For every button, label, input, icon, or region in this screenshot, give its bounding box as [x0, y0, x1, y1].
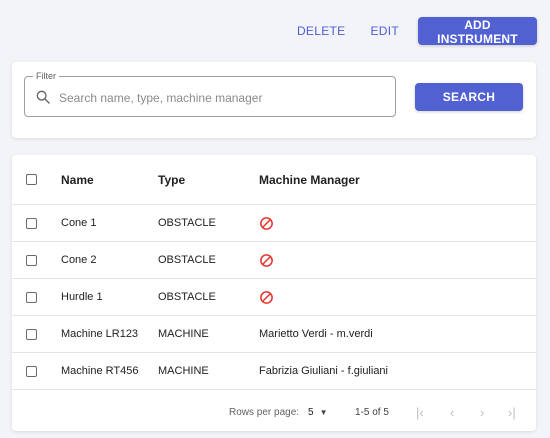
- row-select-cell: [26, 205, 37, 241]
- chevron-right-icon[interactable]: ›: [480, 393, 484, 431]
- row-type: MACHINE: [158, 365, 209, 377]
- pagination: Rows per page: 5 ▼ 1-5 of 5 |‹ ‹ › ›|: [12, 393, 536, 431]
- row-select-cell: [26, 353, 37, 389]
- row-name: Machine RT456: [61, 365, 139, 377]
- chevron-left-icon[interactable]: ‹: [450, 393, 454, 431]
- filter-label: Filter: [33, 70, 59, 82]
- select-all-checkbox[interactable]: [26, 174, 37, 185]
- select-all-cell: [26, 155, 37, 204]
- filter-card: Filter SEARCH: [12, 62, 536, 138]
- toolbar: DELETE EDIT ADD INSTRUMENT: [297, 17, 537, 46]
- rows-per-page-label: Rows per page:: [229, 406, 300, 418]
- row-select-cell: [26, 242, 37, 278]
- delete-button[interactable]: DELETE: [297, 24, 345, 38]
- search-input[interactable]: [57, 85, 391, 111]
- edit-button[interactable]: EDIT: [370, 24, 399, 38]
- row-manager: [259, 242, 274, 278]
- rows-per-page-select[interactable]: 5 ▼: [308, 393, 327, 431]
- row-manager: Fabrizia Giuliani - f.giuliani: [259, 365, 388, 377]
- row-type: MACHINE: [158, 328, 209, 340]
- not-allowed-icon: [260, 216, 273, 230]
- table-header-row: Name Type Machine Manager: [12, 155, 536, 205]
- row-select-cell: [26, 316, 37, 352]
- last-page-icon[interactable]: ›|: [508, 393, 516, 431]
- column-header-name[interactable]: Name: [61, 155, 94, 204]
- not-allowed-icon: [260, 290, 273, 304]
- row-name: Machine LR123: [61, 328, 139, 340]
- row-checkbox[interactable]: [26, 217, 37, 229]
- table-row[interactable]: Hurdle 1 OBSTACLE: [12, 279, 536, 316]
- instruments-table: Name Type Machine Manager Cone 1 OBSTACL…: [12, 155, 536, 431]
- filter-field[interactable]: Filter: [24, 70, 396, 117]
- instruments-page: DELETE EDIT ADD INSTRUMENT Filter SEARCH…: [0, 0, 550, 438]
- row-checkbox[interactable]: [26, 328, 37, 340]
- row-name: Cone 2: [61, 254, 97, 266]
- row-checkbox[interactable]: [26, 365, 37, 377]
- row-checkbox[interactable]: [26, 254, 37, 266]
- row-manager: [259, 279, 274, 315]
- page-range: 1-5 of 5: [355, 406, 389, 418]
- rows-per-page-value: 5: [308, 406, 314, 418]
- table-row[interactable]: Machine LR123 MACHINE Marietto Verdi - m…: [12, 316, 536, 353]
- row-select-cell: [26, 279, 37, 315]
- row-type: OBSTACLE: [158, 254, 216, 266]
- row-manager: [259, 205, 274, 241]
- row-manager: Marietto Verdi - m.verdi: [259, 328, 373, 340]
- row-name: Cone 1: [61, 217, 97, 229]
- not-allowed-icon: [260, 253, 273, 267]
- first-page-icon[interactable]: |‹: [416, 393, 424, 431]
- table-row[interactable]: Cone 1 OBSTACLE: [12, 205, 536, 242]
- table-row[interactable]: Machine RT456 MACHINE Fabrizia Giuliani …: [12, 353, 536, 390]
- caret-down-icon: ▼: [319, 407, 328, 417]
- row-type: OBSTACLE: [158, 291, 216, 303]
- search-icon: [36, 90, 50, 104]
- row-name: Hurdle 1: [61, 291, 103, 303]
- search-button[interactable]: SEARCH: [415, 83, 523, 111]
- add-instrument-button[interactable]: ADD INSTRUMENT: [418, 17, 537, 46]
- column-header-type[interactable]: Type: [158, 155, 185, 204]
- row-checkbox[interactable]: [26, 291, 37, 303]
- column-header-machine-manager[interactable]: Machine Manager: [259, 155, 360, 204]
- row-type: OBSTACLE: [158, 217, 216, 229]
- table-row[interactable]: Cone 2 OBSTACLE: [12, 242, 536, 279]
